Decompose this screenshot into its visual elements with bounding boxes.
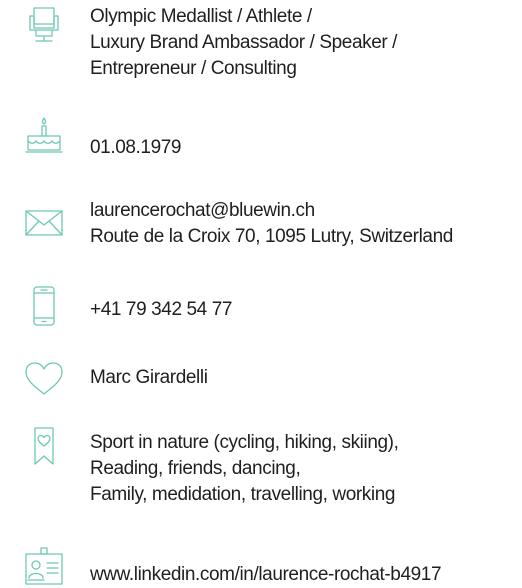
heart-icon: [20, 360, 68, 400]
bookmark-heart-icon: [20, 426, 68, 466]
phone-text[interactable]: +41 79 342 54 77: [90, 297, 522, 323]
profession-line: Entrepreneur / Consulting: [90, 58, 297, 79]
partner-text: Marc Girardelli: [90, 367, 208, 388]
interests-text: Sport in nature (cycling, hiking, skiing…: [90, 430, 522, 508]
contact-text: laurencerochat@bluewin.ch Route de la Cr…: [90, 198, 522, 250]
interests-line: Sport in nature (cycling, hiking, skiing…: [90, 432, 399, 453]
interests-line: Reading, friends, dancing,: [90, 458, 301, 479]
birthdate-text: 01.08.1979: [90, 137, 182, 158]
smartphone-icon: [20, 286, 68, 326]
profession-line: Olympic Medallist / Athlete /: [90, 6, 312, 27]
envelope-icon: [20, 203, 68, 243]
address-text: Route de la Croix 70, 1095 Lutry, Switze…: [90, 226, 453, 247]
chair-icon: [20, 4, 68, 44]
email-link[interactable]: laurencerochat@bluewin.ch: [90, 198, 522, 224]
profession-text: Olympic Medallist / Athlete / Luxury Bra…: [90, 4, 522, 82]
id-card-icon: [20, 546, 68, 586]
birthday-cake-icon: [20, 116, 68, 156]
interests-line: Family, medidation, travelling, working: [90, 484, 396, 505]
linkedin-link[interactable]: www.linkedin.com/in/laurence-rochat-b491…: [90, 562, 522, 588]
profession-line: Luxury Brand Ambassador / Speaker /: [90, 32, 398, 53]
